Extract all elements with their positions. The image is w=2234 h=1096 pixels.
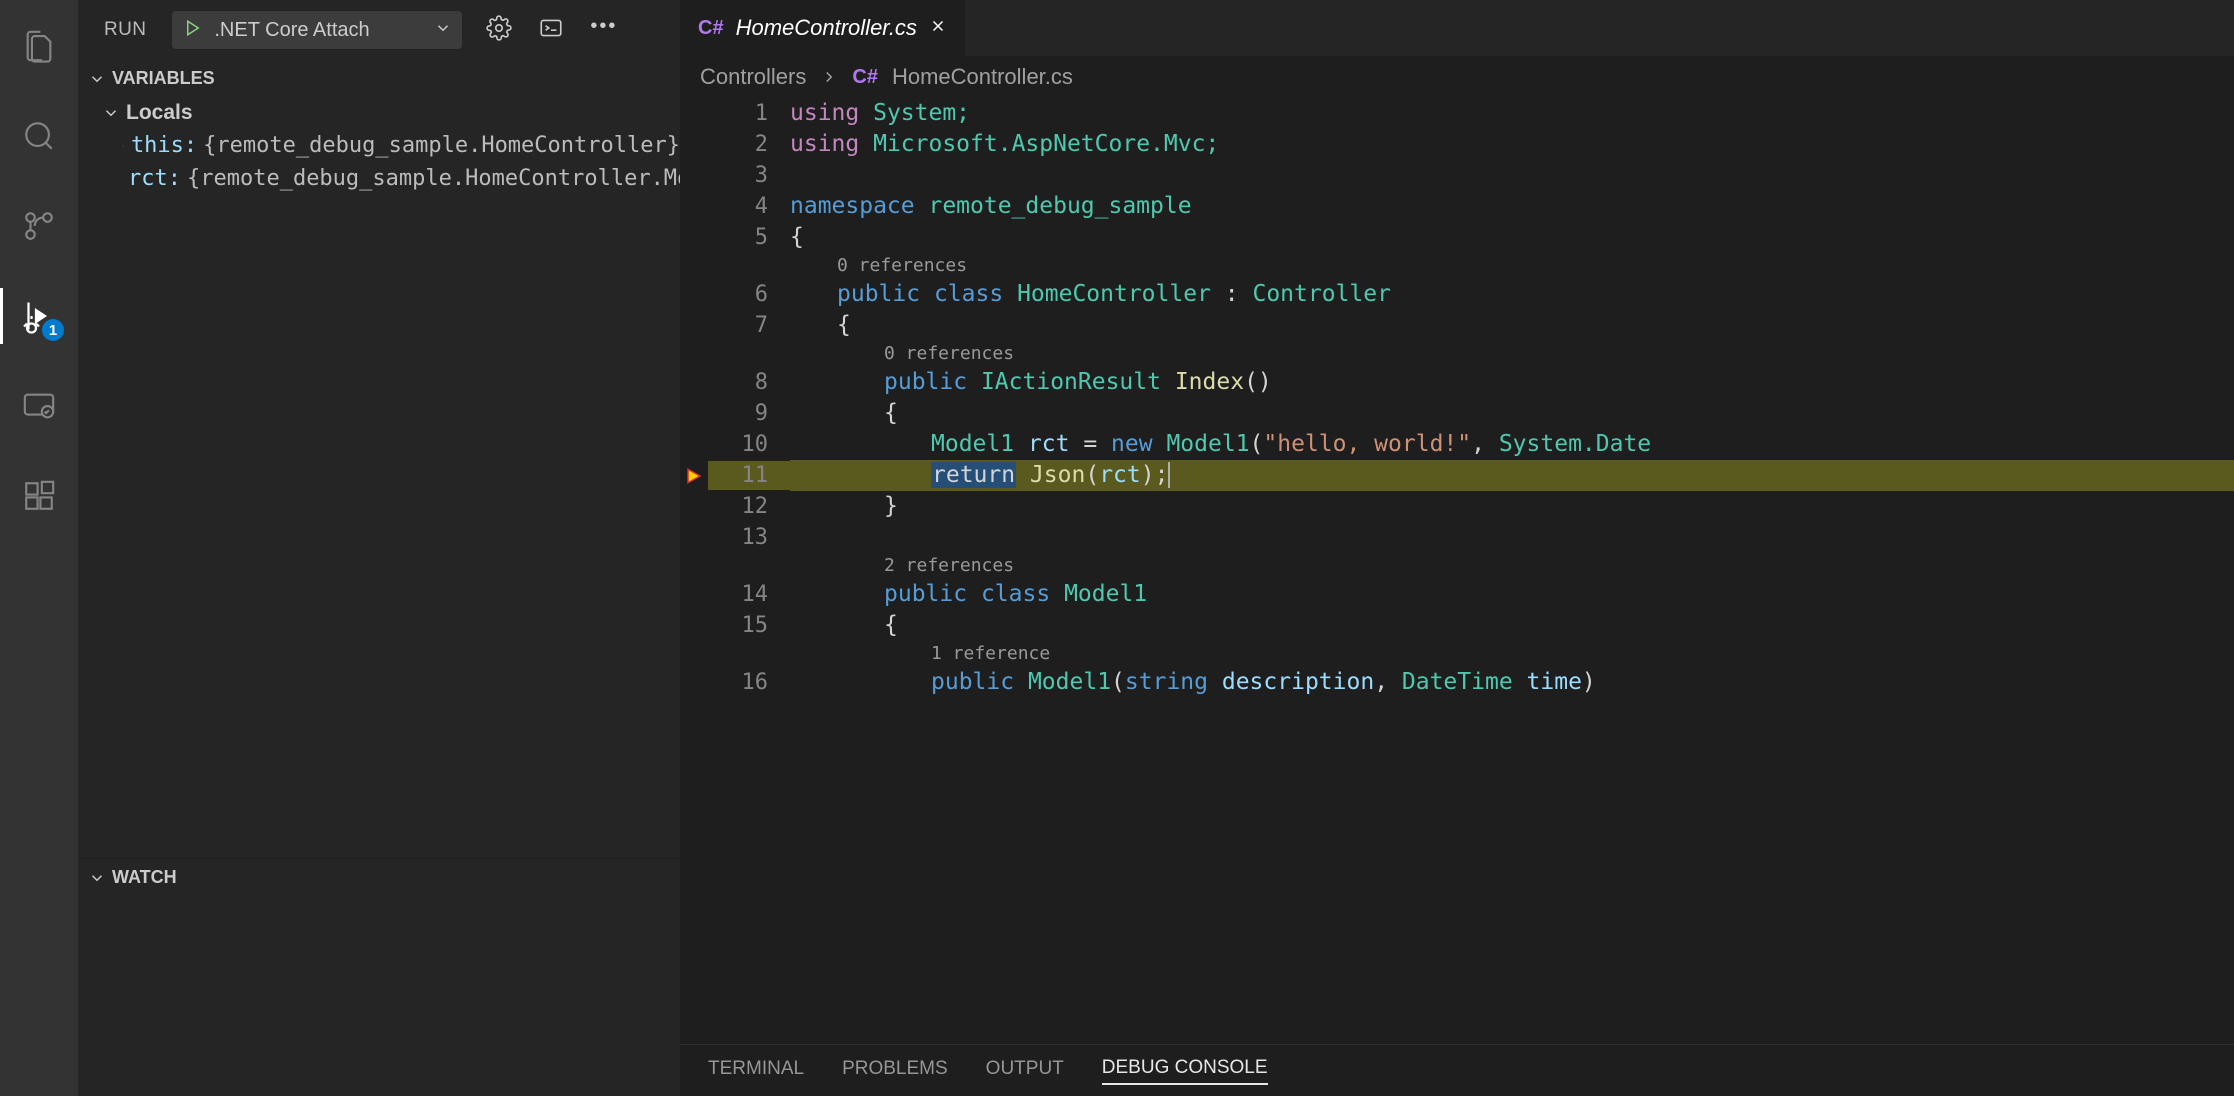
breakpoint-current-icon[interactable] [680, 467, 708, 485]
panel-tab-output[interactable]: OUTPUT [986, 1058, 1064, 1084]
run-header: RUN .NET Core Attach ••• [78, 0, 680, 60]
breadcrumb[interactable]: Controllers C# HomeController.cs [680, 56, 2234, 98]
tab-homecontroller[interactable]: C# HomeController.cs [680, 0, 965, 56]
variables-section[interactable]: VARIABLES [78, 60, 680, 97]
debug-badge: 1 [42, 319, 64, 341]
breadcrumb-folder[interactable]: Controllers [700, 64, 806, 90]
tab-bar: C# HomeController.cs [680, 0, 2234, 56]
search-icon[interactable] [0, 108, 78, 164]
source-control-icon[interactable] [0, 198, 78, 254]
tab-filename: HomeController.cs [736, 15, 917, 41]
debug-console-icon[interactable] [538, 15, 564, 46]
panel-tab-terminal[interactable]: TERMINAL [708, 1058, 804, 1084]
debug-config-select[interactable]: .NET Core Attach [172, 11, 462, 49]
play-icon[interactable] [184, 19, 202, 42]
extensions-icon[interactable] [0, 468, 78, 524]
config-name: .NET Core Attach [214, 19, 369, 42]
codelens-model1[interactable]: 2 references [680, 553, 2234, 579]
watch-section[interactable]: WATCH [78, 859, 680, 896]
csharp-icon: C# [698, 17, 724, 40]
current-execution-line: 11 return Json(rct); [680, 460, 2234, 491]
csharp-icon: C# [852, 66, 878, 89]
explorer-icon[interactable] [0, 18, 78, 74]
codelens-index[interactable]: 0 references [680, 341, 2234, 367]
var-value: {remote_debug_sample.HomeController} [203, 133, 680, 158]
breadcrumb-file[interactable]: HomeController.cs [892, 64, 1073, 90]
remote-explorer-icon[interactable] [0, 378, 78, 434]
more-icon[interactable]: ••• [590, 15, 617, 46]
var-name: rct: [128, 166, 181, 191]
run-label: RUN [92, 19, 158, 41]
variables-label: VARIABLES [112, 68, 215, 89]
var-name: this: [131, 133, 197, 158]
activity-bar: 1 [0, 0, 78, 1096]
locals-section[interactable]: Locals [78, 97, 680, 129]
codelens-ctor[interactable]: 1 reference [680, 641, 2234, 667]
var-value: {remote_debug_sample.HomeController.Mode… [187, 166, 680, 191]
panel-tab-debug-console[interactable]: DEBUG CONSOLE [1102, 1057, 1268, 1085]
locals-label: Locals [126, 101, 193, 125]
codelens-class[interactable]: 0 references [680, 253, 2234, 279]
panel-tab-problems[interactable]: PROBLEMS [842, 1058, 948, 1084]
panel-tabs: TERMINAL PROBLEMS OUTPUT DEBUG CONSOLE [680, 1044, 2234, 1096]
run-debug-icon[interactable]: 1 [0, 288, 78, 344]
sidebar: RUN .NET Core Attach ••• VARI [78, 0, 680, 1096]
watch-label: WATCH [112, 867, 177, 888]
variable-this[interactable]: this: {remote_debug_sample.HomeControlle… [78, 129, 680, 162]
gear-icon[interactable] [486, 15, 512, 46]
code-editor[interactable]: 1using System; 2using Microsoft.AspNetCo… [680, 98, 2234, 1044]
chevron-down-icon[interactable] [434, 19, 452, 42]
variable-rct[interactable]: rct: {remote_debug_sample.HomeController… [78, 162, 680, 195]
close-icon[interactable] [929, 15, 947, 41]
editor-area: C# HomeController.cs Controllers C# Home… [680, 0, 2234, 1096]
